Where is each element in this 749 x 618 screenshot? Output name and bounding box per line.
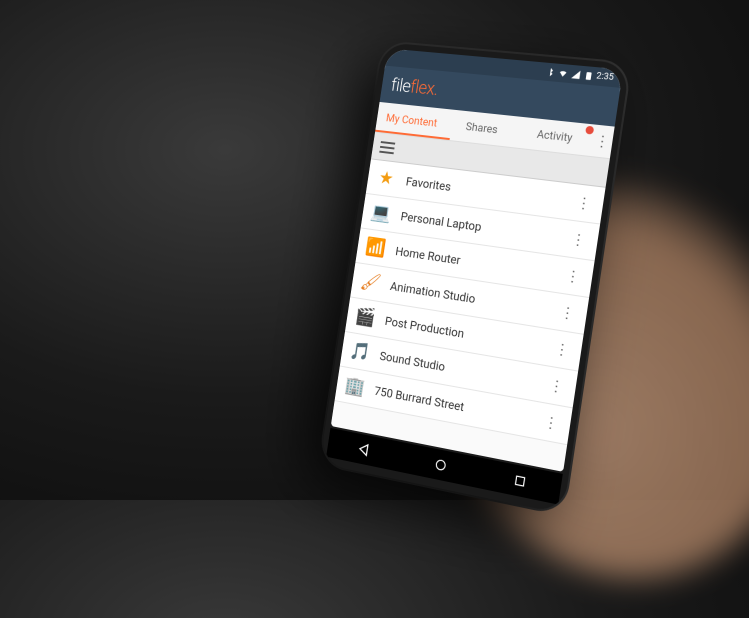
signal-icon (570, 69, 581, 80)
item-overflow-menu[interactable]: ⋮ (561, 267, 585, 286)
back-icon[interactable] (356, 439, 375, 460)
tabs-overflow-menu[interactable]: ⋮ (591, 132, 614, 150)
tab-shares[interactable]: Shares (444, 110, 520, 146)
building-icon: 🏢 (343, 373, 368, 400)
bluetooth-icon (544, 67, 555, 78)
status-time: 2:35 (596, 71, 615, 83)
item-overflow-menu[interactable]: ⋮ (555, 303, 579, 323)
battery-icon (583, 70, 594, 81)
film-icon: 🎬 (353, 304, 378, 331)
app-logo: fileflex. (390, 75, 440, 100)
wifi-icon (557, 68, 568, 79)
star-icon: ★ (374, 166, 399, 192)
recents-icon[interactable] (510, 470, 530, 492)
item-overflow-menu[interactable]: ⋮ (566, 230, 590, 249)
tab-activity[interactable]: Activity (516, 118, 595, 155)
content-list[interactable]: ★ Favorites ⋮ 💻 Personal Laptop ⋮ 📶 Home… (331, 159, 606, 471)
item-overflow-menu[interactable]: ⋮ (544, 376, 568, 396)
paintbrush-icon: 🖌 (358, 269, 383, 295)
music-icon: 🎵 (348, 338, 373, 365)
item-overflow-menu[interactable]: ⋮ (572, 194, 596, 213)
item-overflow-menu[interactable]: ⋮ (550, 340, 574, 360)
laptop-icon: 💻 (369, 200, 394, 226)
router-icon: 📶 (363, 235, 388, 261)
view-toggle-icon[interactable] (379, 141, 395, 154)
home-icon[interactable] (431, 454, 451, 475)
item-overflow-menu[interactable]: ⋮ (539, 413, 563, 433)
